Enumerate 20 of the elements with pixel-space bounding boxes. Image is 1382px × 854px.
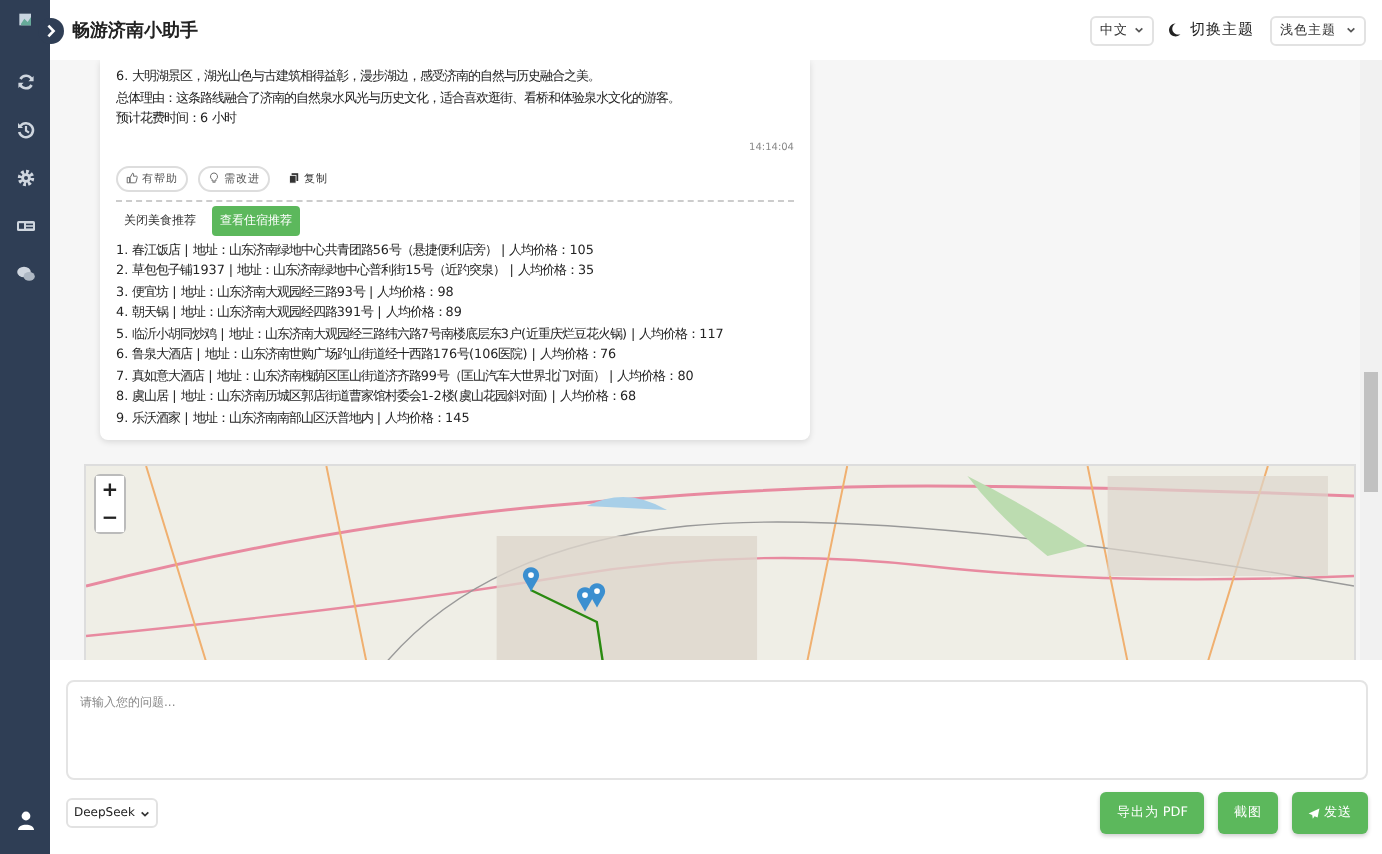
caret-icon [140, 809, 151, 817]
paper-plane-icon [1308, 807, 1320, 819]
moon-icon[interactable] [1166, 22, 1182, 38]
refresh-icon[interactable] [15, 72, 35, 92]
lightbulb-icon [208, 172, 220, 184]
settings-icon[interactable] [15, 168, 35, 188]
scrollbar[interactable] [1360, 60, 1382, 660]
caret-icon [1346, 26, 1356, 34]
id-card-icon[interactable] [15, 216, 35, 236]
thumbs-up-icon [126, 172, 138, 184]
user-icon[interactable] [15, 810, 35, 830]
map-pin-icon [522, 566, 540, 592]
app-title: 畅游济南小助手 [72, 18, 198, 43]
copy-icon [288, 172, 300, 184]
chat-bubbles-icon[interactable] [15, 264, 35, 284]
scrollbar-thumb[interactable] [1364, 372, 1378, 492]
map-pin-icon [588, 582, 606, 608]
map-view[interactable]: + − [84, 464, 1356, 660]
caret-icon [1134, 26, 1144, 34]
history-icon[interactable] [15, 120, 35, 140]
